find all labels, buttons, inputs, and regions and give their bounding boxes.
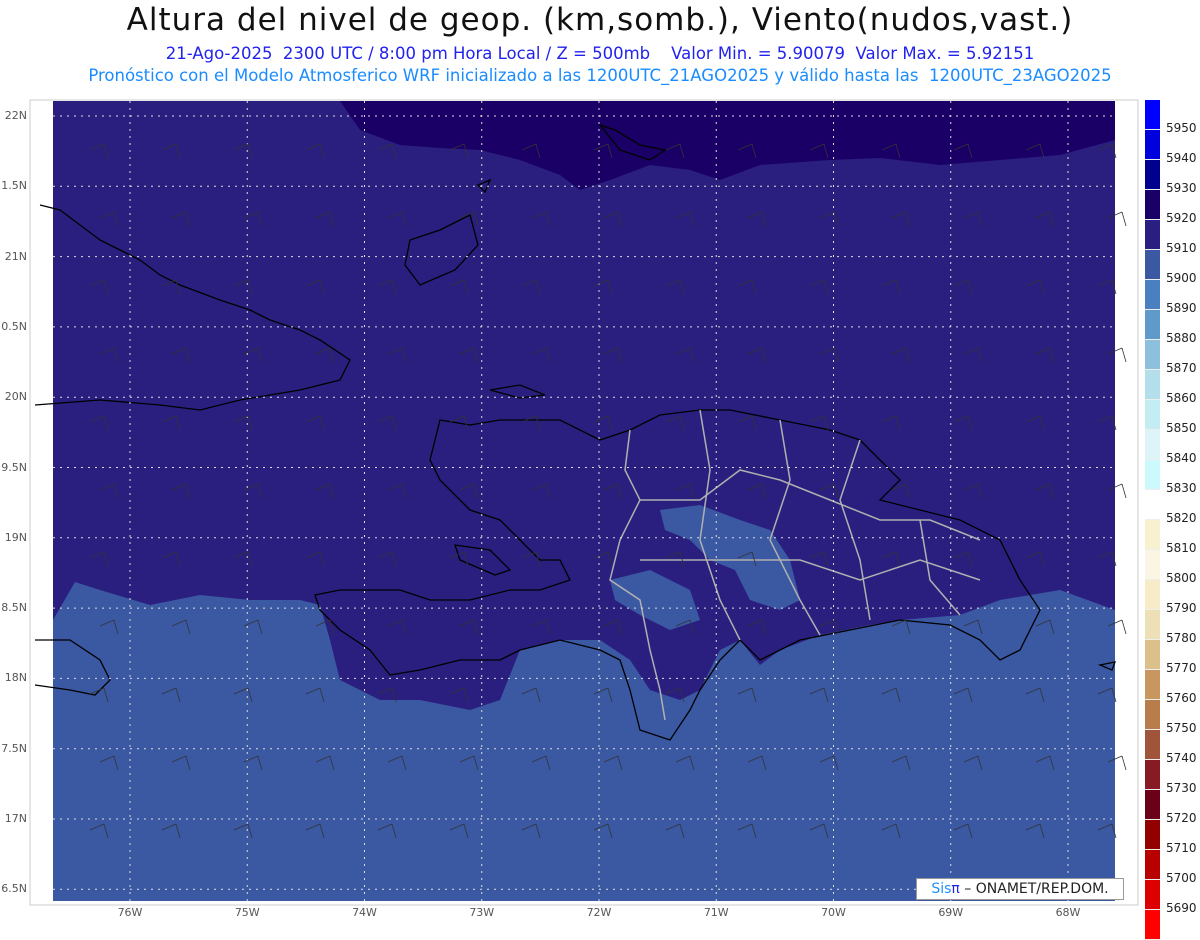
colorbar-label: 5760 — [1166, 691, 1197, 705]
colorbar-swatch — [1145, 460, 1160, 490]
longitude-label: 70W — [821, 906, 846, 919]
colorbar-swatch — [1145, 400, 1160, 430]
colorbar-label: 5910 — [1166, 241, 1197, 255]
colorbar-label: 5920 — [1166, 211, 1197, 225]
sispi-onamet-logo: Sisπ – ONAMET/REP.DOM. — [916, 878, 1124, 900]
latitude-label: 9.5N — [1, 460, 27, 474]
colorbar-label: 5930 — [1166, 181, 1197, 195]
colorbar-swatch — [1145, 820, 1160, 850]
colorbar-label: 5890 — [1166, 301, 1197, 315]
colorbar-swatch — [1145, 640, 1160, 670]
logo-pi: π — [951, 881, 960, 897]
colorbar-swatch — [1145, 580, 1160, 610]
longitude-label: 73W — [469, 906, 495, 919]
colorbar-label: 5940 — [1166, 151, 1197, 165]
colorbar-swatch — [1145, 700, 1160, 730]
logo-sis: Sis — [931, 881, 952, 897]
colorbar-swatch — [1145, 100, 1160, 130]
longitude-label: 69W — [938, 906, 964, 919]
colorbar-label: 5900 — [1166, 271, 1197, 285]
colorbar-swatch — [1145, 730, 1160, 760]
longitude-label: 72W — [586, 906, 612, 919]
colorbar-label: 5800 — [1166, 571, 1197, 585]
colorbar-label: 5830 — [1166, 481, 1197, 495]
latitude-label: 1.5N — [1, 179, 27, 193]
longitude-label: 76W — [117, 906, 143, 919]
colorbar-swatch — [1145, 220, 1160, 250]
longitude-label: 68W — [1055, 906, 1081, 919]
colorbar-label: 5730 — [1166, 781, 1197, 795]
latitude-label: 21N — [4, 249, 27, 263]
colorbar — [1145, 100, 1160, 940]
latitude-label: 20N — [4, 390, 27, 404]
colorbar-label: 5880 — [1166, 331, 1197, 345]
colorbar-label: 5720 — [1166, 811, 1197, 825]
colorbar-label: 5810 — [1166, 541, 1197, 555]
colorbar-swatch — [1145, 490, 1160, 520]
colorbar-label: 5820 — [1166, 511, 1197, 525]
colorbar-label: 5860 — [1166, 391, 1197, 405]
colorbar-swatch — [1145, 670, 1160, 700]
colorbar-swatch — [1145, 370, 1160, 400]
colorbar-label: 5700 — [1166, 871, 1197, 885]
colorbar-swatch — [1145, 880, 1160, 910]
geopotential-map — [29, 99, 1139, 906]
colorbar-label: 5850 — [1166, 421, 1197, 435]
colorbar-swatch — [1145, 430, 1160, 460]
colorbar-swatch — [1145, 910, 1160, 940]
colorbar-swatch — [1145, 280, 1160, 310]
colorbar-label: 5870 — [1166, 361, 1197, 375]
colorbar-label: 5710 — [1166, 841, 1197, 855]
longitude-label: 71W — [703, 906, 729, 919]
colorbar-label: 5780 — [1166, 631, 1197, 645]
longitude-label: 74W — [352, 906, 377, 919]
latitude-label: 7.5N — [1, 741, 27, 755]
colorbar-label: 5840 — [1166, 451, 1197, 465]
logo-text: – ONAMET/REP.DOM. — [959, 881, 1109, 897]
colorbar-swatch — [1145, 340, 1160, 370]
colorbar-swatch — [1145, 160, 1160, 190]
latitude-label: 0.5N — [1, 319, 27, 333]
latitude-label: 8.5N — [1, 601, 27, 615]
colorbar-swatch — [1145, 190, 1160, 220]
colorbar-label: 5740 — [1166, 751, 1197, 765]
latitude-label: 18N — [4, 671, 27, 685]
colorbar-label: 5770 — [1166, 661, 1197, 675]
colorbar-swatch — [1145, 310, 1160, 340]
latitude-label: 19N — [4, 530, 27, 544]
colorbar-swatch — [1145, 250, 1160, 280]
colorbar-label: 5750 — [1166, 721, 1197, 735]
colorbar-swatch — [1145, 130, 1160, 160]
latitude-label: 22N — [4, 109, 27, 122]
colorbar-swatch — [1145, 760, 1160, 790]
colorbar-swatch — [1145, 520, 1160, 550]
colorbar-swatch — [1145, 550, 1160, 580]
longitude-label: 75W — [234, 906, 260, 919]
colorbar-label: 5790 — [1166, 601, 1197, 615]
latitude-label: 6.5N — [1, 882, 27, 896]
colorbar-label: 5690 — [1166, 901, 1197, 915]
latitude-label: 17N — [4, 812, 27, 825]
colorbar-label: 5950 — [1166, 121, 1197, 135]
colorbar-swatch — [1145, 610, 1160, 640]
colorbar-swatch — [1145, 790, 1160, 820]
colorbar-swatch — [1145, 850, 1160, 880]
